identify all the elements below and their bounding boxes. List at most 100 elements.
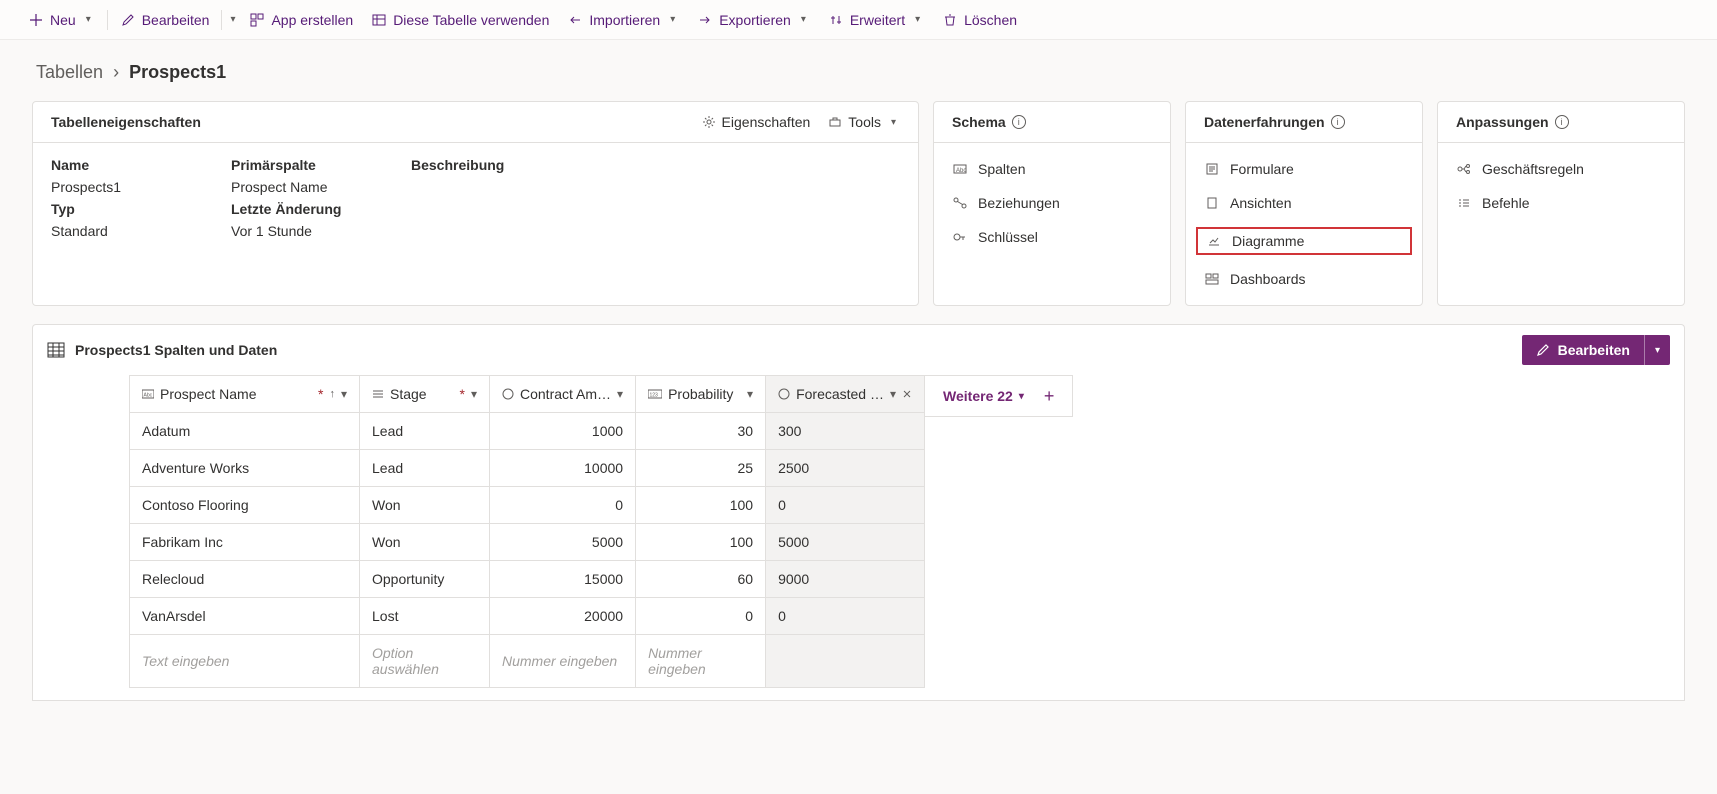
relationships-link[interactable]: Beziehungen bbox=[952, 191, 1152, 215]
business-rules-link[interactable]: Geschäftsregeln bbox=[1456, 157, 1666, 181]
cell-probability[interactable]: 0 bbox=[636, 598, 766, 635]
new-button[interactable]: Neu ▾ bbox=[20, 4, 103, 36]
cards-row: Tabelleneigenschaften Eigenschaften Tool… bbox=[0, 101, 1717, 306]
delete-button[interactable]: Löschen bbox=[934, 4, 1025, 36]
export-button[interactable]: Exportieren ▾ bbox=[689, 4, 818, 36]
table-properties-card: Tabelleneigenschaften Eigenschaften Tool… bbox=[32, 101, 919, 306]
header-label: Probability bbox=[668, 386, 741, 402]
table-row[interactable]: VanArsdelLost2000000 bbox=[130, 598, 925, 635]
header-stage[interactable]: Stage* ▾ bbox=[360, 376, 490, 413]
cell-prospect-name[interactable]: Relecloud bbox=[130, 561, 360, 598]
charts-link[interactable]: Diagramme bbox=[1196, 227, 1412, 255]
chevron-right-icon: › bbox=[113, 62, 119, 83]
info-icon[interactable]: i bbox=[1555, 115, 1569, 129]
edit-split-button[interactable]: Bearbeiten ▾ bbox=[1522, 335, 1670, 365]
data-experiences-card: Datenerfahrungen i Formulare Ansichten D… bbox=[1185, 101, 1423, 306]
add-column-button[interactable]: + bbox=[1044, 386, 1055, 407]
keys-link[interactable]: Schlüssel bbox=[952, 225, 1152, 249]
list-icon bbox=[1456, 197, 1472, 209]
cell-contract-amount[interactable]: 0 bbox=[490, 487, 636, 524]
dashboard-icon bbox=[1204, 273, 1220, 285]
table-icon bbox=[371, 12, 387, 28]
cell-probability[interactable]: 25 bbox=[636, 450, 766, 487]
cell-probability[interactable]: 60 bbox=[636, 561, 766, 598]
edit-dropdown-button[interactable]: ▾ bbox=[1644, 335, 1670, 365]
header-forecasted[interactable]: Forecasted … ▾ bbox=[766, 376, 925, 413]
placeholder-option[interactable]: Option auswählen bbox=[360, 635, 490, 688]
use-table-button[interactable]: Diese Tabelle verwenden bbox=[363, 4, 557, 36]
cell-contract-amount[interactable]: 10000 bbox=[490, 450, 636, 487]
cell-contract-amount[interactable]: 1000 bbox=[490, 413, 636, 450]
cell-stage[interactable]: Lead bbox=[360, 413, 490, 450]
pencil-icon bbox=[120, 12, 136, 28]
cell-probability[interactable]: 100 bbox=[636, 524, 766, 561]
forms-link[interactable]: Formulare bbox=[1204, 157, 1404, 181]
commands-label: Befehle bbox=[1482, 195, 1529, 211]
commands-link[interactable]: Befehle bbox=[1456, 191, 1666, 215]
placeholder-forecast bbox=[766, 635, 925, 688]
value-name: Prospects1 bbox=[51, 179, 231, 195]
table-row[interactable]: AdatumLead100030300 bbox=[130, 413, 925, 450]
chevron-down-icon: ▾ bbox=[82, 14, 95, 25]
chevron-down-icon[interactable]: ▾ bbox=[226, 14, 239, 25]
cell-stage[interactable]: Won bbox=[360, 487, 490, 524]
cell-probability[interactable]: 30 bbox=[636, 413, 766, 450]
tools-action[interactable]: Tools ▾ bbox=[828, 114, 900, 130]
views-label: Ansichten bbox=[1230, 195, 1291, 211]
table-row[interactable]: Contoso FlooringWon01000 bbox=[130, 487, 925, 524]
card-title: Tabelleneigenschaften bbox=[51, 114, 201, 130]
header-prospect-name[interactable]: Abc Prospect Name* ↑ ▾ bbox=[130, 376, 360, 413]
views-link[interactable]: Ansichten bbox=[1204, 191, 1404, 215]
cell-contract-amount[interactable]: 5000 bbox=[490, 524, 636, 561]
more-columns-button[interactable]: Weitere 22 ▾ bbox=[943, 388, 1024, 404]
cell-stage[interactable]: Opportunity bbox=[360, 561, 490, 598]
table-row[interactable]: Adventure WorksLead10000252500 bbox=[130, 450, 925, 487]
cell-contract-amount[interactable]: 20000 bbox=[490, 598, 636, 635]
edit-main-button[interactable]: Bearbeiten bbox=[1522, 335, 1644, 365]
svg-text:Abc: Abc bbox=[144, 393, 153, 399]
info-icon[interactable]: i bbox=[1331, 115, 1345, 129]
data-grid: Abc Prospect Name* ↑ ▾ Stage* ▾ bbox=[32, 375, 1685, 701]
currency-icon bbox=[778, 388, 790, 400]
more-columns-label: Weitere 22 bbox=[943, 388, 1013, 404]
placeholder-text[interactable]: Text eingeben bbox=[130, 635, 360, 688]
dashboards-link[interactable]: Dashboards bbox=[1204, 267, 1404, 291]
relationships-label: Beziehungen bbox=[978, 195, 1060, 211]
properties-action[interactable]: Eigenschaften bbox=[702, 114, 811, 130]
label-modified: Letzte Änderung bbox=[231, 201, 411, 217]
chevron-down-icon: ▾ bbox=[341, 387, 347, 401]
header-contract-amount[interactable]: Contract Am… ▾ bbox=[490, 376, 636, 413]
command-bar: Neu ▾ Bearbeiten ▾ App erstellen Diese T… bbox=[0, 0, 1717, 40]
new-row-placeholder[interactable]: Text eingeben Option auswählen Nummer ei… bbox=[130, 635, 925, 688]
placeholder-number[interactable]: Nummer eingeben bbox=[490, 635, 636, 688]
cell-prospect-name[interactable]: VanArsdel bbox=[130, 598, 360, 635]
cell-prospect-name[interactable]: Contoso Flooring bbox=[130, 487, 360, 524]
cell-prospect-name[interactable]: Adatum bbox=[130, 413, 360, 450]
relationship-icon bbox=[952, 197, 968, 209]
label-type: Typ bbox=[51, 201, 231, 217]
value-primary: Prospect Name bbox=[231, 179, 411, 195]
cell-stage[interactable]: Lost bbox=[360, 598, 490, 635]
dashboards-label: Dashboards bbox=[1230, 271, 1306, 287]
table-row[interactable]: RelecloudOpportunity15000609000 bbox=[130, 561, 925, 598]
cell-forecasted: 300 bbox=[766, 413, 925, 450]
cell-prospect-name[interactable]: Fabrikam Inc bbox=[130, 524, 360, 561]
table-row[interactable]: Fabrikam IncWon50001005000 bbox=[130, 524, 925, 561]
cell-prospect-name[interactable]: Adventure Works bbox=[130, 450, 360, 487]
cell-stage[interactable]: Lead bbox=[360, 450, 490, 487]
cell-stage[interactable]: Won bbox=[360, 524, 490, 561]
chevron-down-icon: ▾ bbox=[890, 387, 896, 401]
cell-probability[interactable]: 100 bbox=[636, 487, 766, 524]
edit-button[interactable]: Bearbeiten bbox=[112, 4, 218, 36]
customizations-card: Anpassungen i Geschäftsregeln Befehle bbox=[1437, 101, 1685, 306]
columns-link[interactable]: Abc Spalten bbox=[952, 157, 1152, 181]
info-icon[interactable]: i bbox=[1012, 115, 1026, 129]
advanced-button[interactable]: Erweitert ▾ bbox=[820, 4, 932, 36]
breadcrumb-root[interactable]: Tabellen bbox=[36, 62, 103, 83]
cell-contract-amount[interactable]: 15000 bbox=[490, 561, 636, 598]
placeholder-number[interactable]: Nummer eingeben bbox=[636, 635, 766, 688]
header-probability[interactable]: 123 Probability ▾ bbox=[636, 376, 766, 413]
create-app-button[interactable]: App erstellen bbox=[241, 4, 361, 36]
chevron-down-icon: ▾ bbox=[747, 387, 753, 401]
import-button[interactable]: Importieren ▾ bbox=[559, 4, 687, 36]
